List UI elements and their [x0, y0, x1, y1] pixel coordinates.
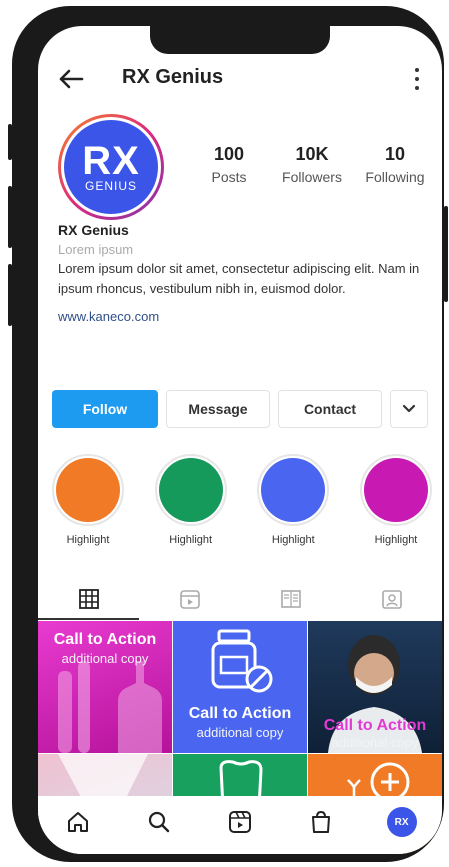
nav-search[interactable] — [139, 802, 179, 842]
post-cta-title: Call to Action — [323, 717, 427, 734]
suggested-dropdown-button[interactable] — [390, 390, 428, 428]
power-button — [444, 206, 448, 302]
stat-value: 10 — [384, 144, 406, 164]
avatar-logo-text: RX — [82, 139, 140, 183]
nav-profile[interactable]: RX — [382, 802, 422, 842]
profile-website-link[interactable]: www.kaneco.com — [58, 309, 428, 324]
nav-shop[interactable] — [301, 802, 341, 842]
avatar-logo-subtext: GENIUS — [84, 179, 137, 193]
profile-avatar-ring[interactable]: RX GENIUS — [58, 114, 164, 220]
phone-frame: RX Genius RX GENIUS 100 Posts 10K Follow… — [8, 6, 448, 862]
profile-actions: Follow Message Contact — [52, 390, 430, 428]
profile-avatar-small: RX — [386, 807, 417, 837]
active-tab-indicator — [38, 618, 139, 620]
search-icon — [149, 811, 170, 833]
post-cta-title: Call to Action — [53, 631, 157, 648]
highlight-cover — [158, 458, 223, 522]
stat-following[interactable]: 10 Following — [354, 144, 436, 185]
highlight-cover — [261, 458, 326, 522]
tab-tagged[interactable] — [341, 578, 442, 620]
phone-screen: RX Genius RX GENIUS 100 Posts 10K Follow… — [38, 26, 442, 854]
stat-value: 100 — [213, 144, 245, 164]
bottom-navigation: RX — [38, 796, 442, 854]
highlight-item[interactable]: Highlight — [255, 454, 331, 546]
highlight-label: Highlight — [66, 534, 110, 546]
profile-stats: 100 Posts 10K Followers 10 Following — [188, 144, 436, 185]
volume-up-button — [8, 186, 12, 248]
mute-switch — [8, 124, 12, 160]
post-cta-title: Call to Action — [188, 705, 292, 722]
story-highlights: Highlight Highlight Highlight Highlight — [50, 454, 434, 546]
chevron-down-icon — [402, 404, 416, 413]
volume-down-button — [8, 264, 12, 326]
post-tile[interactable]: Call to Action additional copy — [173, 621, 307, 753]
highlight-item[interactable]: Highlight — [358, 454, 434, 546]
highlight-label: Highlight — [169, 534, 213, 546]
highlight-label: Highlight — [271, 534, 315, 546]
reels-icon — [228, 811, 251, 833]
guides-icon — [280, 590, 301, 608]
follow-button[interactable]: Follow — [52, 390, 158, 428]
profile-avatar: RX GENIUS — [64, 120, 158, 214]
reels-icon — [179, 590, 200, 609]
tagged-icon — [381, 590, 402, 609]
home-icon — [68, 812, 89, 832]
more-options-icon[interactable] — [414, 68, 420, 90]
highlight-item[interactable]: Highlight — [50, 454, 126, 546]
stat-value: 10K — [295, 144, 329, 164]
profile-name: RX Genius — [58, 222, 129, 238]
stat-label: Followers — [282, 169, 342, 185]
tab-posts-grid[interactable] — [38, 578, 139, 620]
posts-grid: Call to Action additional copy Call to A… — [38, 621, 442, 854]
highlight-cover — [56, 458, 120, 522]
grid-icon — [78, 589, 99, 609]
highlight-label: Highlight — [374, 534, 418, 546]
stat-posts[interactable]: 100 Posts — [188, 144, 270, 185]
nav-home[interactable] — [58, 802, 98, 842]
post-tile[interactable]: Call to Action additional copy — [38, 621, 172, 753]
medicine-bottle-icon — [211, 629, 273, 693]
post-tile[interactable]: Call to Action additional copy — [308, 621, 442, 753]
highlight-item[interactable]: Highlight — [153, 454, 229, 546]
profile-description: Lorem ipsum dolor sit amet, consectetur … — [58, 261, 420, 296]
page-title: RX Genius — [122, 66, 224, 88]
stat-label: Following — [365, 169, 425, 185]
notch — [150, 26, 330, 54]
stat-label: Posts — [211, 169, 247, 185]
message-button[interactable]: Message — [166, 390, 270, 428]
contact-button[interactable]: Contact — [278, 390, 382, 428]
post-cta-subtitle: additional copy — [61, 651, 149, 666]
shop-icon — [311, 810, 330, 833]
profile-bio: RX Genius Lorem ipsum Lorem ipsum dolor … — [58, 222, 428, 324]
tab-reels[interactable] — [139, 578, 240, 620]
stat-followers[interactable]: 10K Followers — [271, 144, 353, 185]
profile-tabs — [38, 578, 442, 620]
post-cta-subtitle: additional copy — [196, 725, 284, 740]
tab-guides[interactable] — [240, 578, 341, 620]
profile-category: Lorem ipsum — [58, 242, 134, 257]
post-cta-subtitle: additional copy — [331, 735, 419, 750]
highlight-cover — [363, 458, 428, 522]
top-bar: RX Genius — [38, 60, 442, 100]
back-arrow-icon[interactable] — [56, 64, 86, 94]
nav-reels[interactable] — [220, 802, 260, 842]
